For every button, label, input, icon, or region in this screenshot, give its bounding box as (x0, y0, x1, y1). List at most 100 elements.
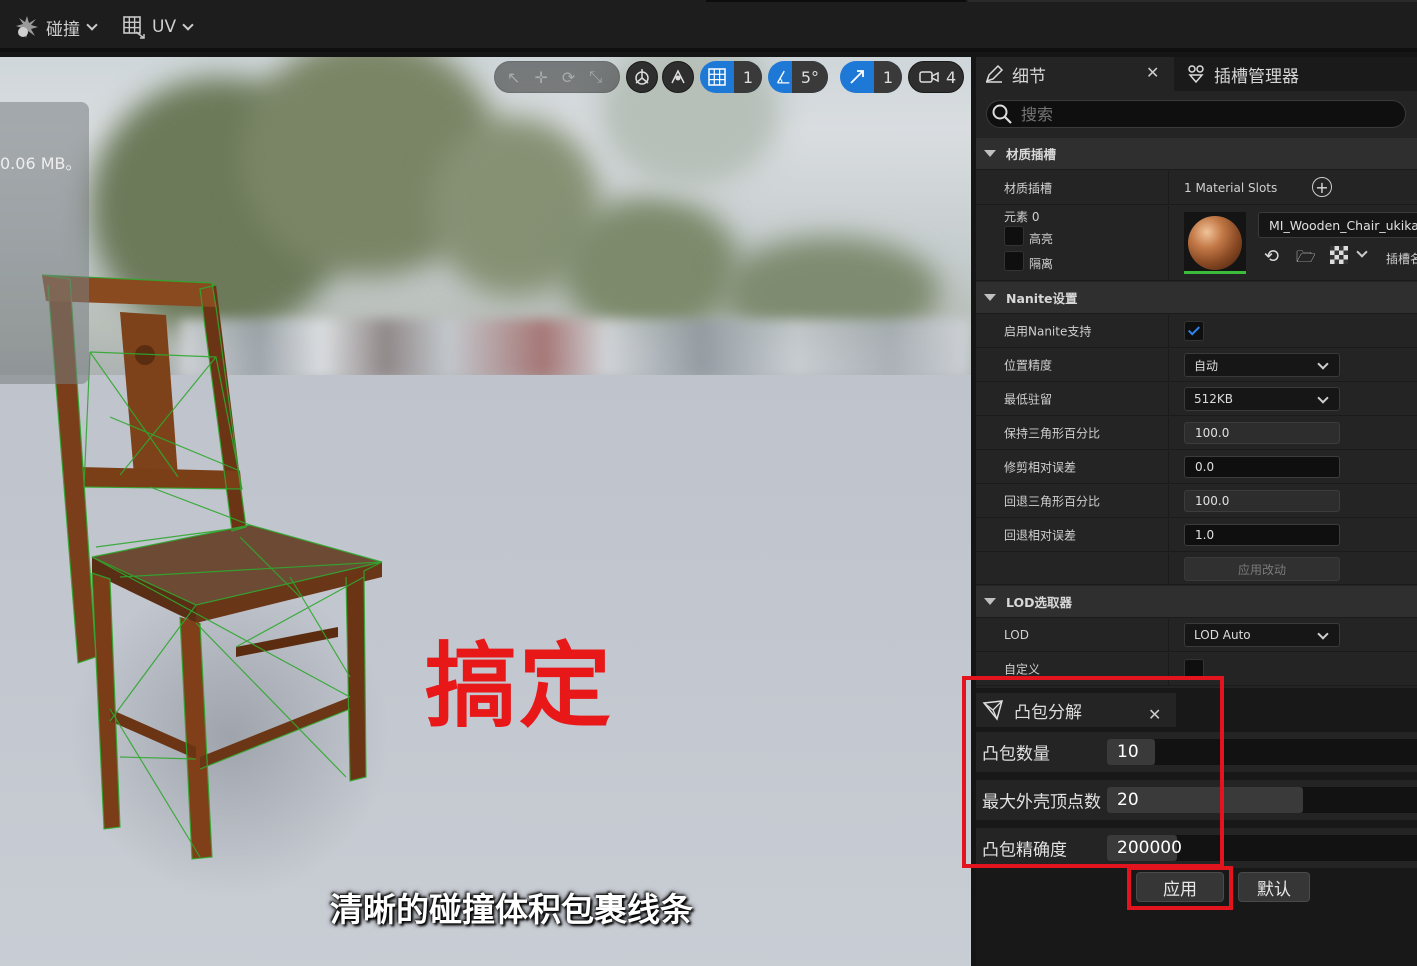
dropdown-value: LOD Auto (1194, 628, 1251, 642)
material-picker[interactable]: MI_Wooden_Chair_ukikajn (1258, 212, 1417, 238)
apply-changes-button[interactable]: 应用改动 (1184, 557, 1340, 581)
property-max-hull-verts: 最大外壳顶点数 20 (976, 780, 1417, 820)
property-trim-relative-error: 修剪相对误差 0.0 (976, 451, 1417, 484)
checker-texture-icon[interactable] (1330, 246, 1348, 264)
close-icon[interactable]: ✕ (1146, 63, 1159, 82)
column-divider (1168, 653, 1169, 685)
lod-dropdown[interactable]: LOD Auto (1184, 623, 1340, 647)
browse-asset-icon[interactable]: 🗁 (1296, 246, 1316, 273)
custom-lod-checkbox[interactable] (1184, 659, 1204, 679)
property-material-slots: 材质插槽 1 Material Slots + (976, 171, 1417, 205)
collapse-arrow-icon (984, 150, 996, 157)
highlight-checkbox[interactable] (1004, 226, 1024, 246)
grid-snap-toggle[interactable]: 1 (700, 61, 762, 93)
max-hull-verts-input[interactable]: 20 (1107, 787, 1417, 813)
angle-snap-value[interactable]: 5° (791, 61, 828, 93)
trim-relative-error-input[interactable]: 0.0 (1184, 456, 1340, 478)
transform-tools-group[interactable]: ↖ ✛ ⟳ ⤡ (494, 61, 620, 93)
apply-changes-row: 应用改动 (976, 553, 1417, 585)
tab-convex-decomposition[interactable]: 凸包分解 ✕ (976, 693, 1176, 727)
column-divider (1168, 349, 1169, 381)
material-thumbnail[interactable] (1184, 212, 1246, 274)
highlight-label: 高亮 (1029, 232, 1054, 246)
collision-icon (16, 16, 38, 38)
grid-icon (708, 68, 726, 86)
property-fallback-relative-error: 回退相对误差 1.0 (976, 519, 1417, 552)
local-space-button[interactable] (626, 61, 658, 93)
video-subtitle: 清晰的碰撞体积包裹线条 (330, 890, 693, 929)
search-box[interactable] (986, 100, 1406, 128)
property-label: 回退三角形百分比 (1004, 494, 1101, 509)
chevron-down-icon (1317, 628, 1329, 640)
property-label: LOD (1004, 628, 1029, 642)
apply-button[interactable]: 应用 (1136, 872, 1224, 902)
position-precision-dropdown[interactable]: 自动 (1184, 353, 1340, 377)
collapse-arrow-icon (984, 294, 996, 301)
surface-snap-button[interactable] (662, 61, 694, 93)
hull-count-value: 10 (1117, 742, 1139, 762)
column-divider (1168, 451, 1169, 483)
tab-socket-manager[interactable]: 插槽管理器 (1186, 57, 1299, 91)
use-selected-asset-icon[interactable]: ⟲ (1264, 246, 1279, 267)
section-nanite-settings[interactable]: Nanite设置 (976, 282, 1417, 314)
chevron-down-icon (1317, 358, 1329, 370)
fallback-relative-error-input[interactable]: 1.0 (1184, 524, 1340, 546)
column-divider (1168, 417, 1169, 449)
keep-triangle-percent-input[interactable]: 100.0 (1184, 422, 1340, 444)
section-lod-picker[interactable]: LOD选取器 (976, 586, 1417, 618)
close-icon[interactable]: ✕ (1148, 705, 1161, 724)
property-lod: LOD LOD Auto (976, 619, 1417, 652)
dropdown-value: 自动 (1194, 358, 1219, 373)
column-divider (1168, 206, 1169, 280)
min-residency-dropdown[interactable]: 512KB (1184, 387, 1340, 411)
uv-menu-button[interactable]: UV (122, 13, 194, 41)
uv-menu-label: UV (152, 17, 177, 37)
hull-count-input[interactable]: 10 (1107, 739, 1417, 765)
convex-hull-icon (982, 700, 1004, 721)
material-element-0: 元素 0 高亮 隔离 MI_Wooden_Chair_ukikajn ⟲ 🗁 插… (976, 206, 1417, 281)
stats-overlay: 0.06 MB。 (0, 102, 89, 384)
section-title: Nanite设置 (1006, 291, 1078, 306)
uv-grid-icon (123, 16, 145, 39)
column-divider (1168, 485, 1169, 517)
tab-details[interactable]: 细节 ✕ (976, 57, 1174, 91)
3d-viewport[interactable]: 0.06 MB。 ↖ ✛ ⟳ ⤡ 1 5° 1 4 搞定 清晰的碰撞体积包裹线条 (0, 57, 971, 966)
material-slot-count: 1 Material Slots (1184, 181, 1278, 195)
wooden-chair-mesh[interactable] (0, 57, 971, 966)
collision-menu-label: 碰撞 (46, 19, 80, 40)
property-min-residency: 最低驻留 512KB (976, 383, 1417, 416)
memory-text: 0.06 MB。 (0, 154, 82, 173)
dropdown-value: 512KB (1194, 392, 1234, 406)
default-button[interactable]: 默认 (1238, 872, 1310, 902)
move-icon: ✛ (534, 67, 548, 87)
angle-icon (776, 70, 790, 84)
chevron-down-icon[interactable] (1356, 246, 1368, 258)
collision-menu-button[interactable]: 碰撞 (14, 13, 98, 41)
hull-precision-input[interactable]: 200000 (1107, 835, 1417, 861)
select-icon: ↖ (507, 67, 521, 87)
property-position-precision: 位置精度 自动 (976, 349, 1417, 382)
fallback-triangle-percent-input[interactable]: 100.0 (1184, 490, 1340, 512)
socket-icon (1188, 65, 1204, 84)
add-slot-icon[interactable]: + (1312, 177, 1332, 197)
collapse-arrow-icon (984, 598, 996, 605)
section-title: 材质插槽 (1006, 147, 1057, 162)
column-divider (1168, 519, 1169, 551)
enable-nanite-checkbox[interactable] (1184, 321, 1204, 341)
property-label: 回退相对误差 (1004, 528, 1077, 543)
top-toolbar: 碰撞 UV (0, 0, 1417, 52)
column-divider (1168, 171, 1169, 204)
column-divider (1168, 383, 1169, 415)
search-input[interactable] (1021, 104, 1381, 124)
chevron-down-icon (1317, 392, 1329, 404)
tab-details-label: 细节 (1012, 66, 1046, 87)
angle-snap-toggle[interactable]: 5° (768, 61, 828, 93)
property-label: 材质插槽 (1004, 181, 1053, 195)
camera-speed-button[interactable]: 4 (908, 61, 964, 93)
property-label: 最低驻留 (1004, 392, 1053, 407)
property-label: 最大外壳顶点数 (982, 792, 1101, 813)
section-material-slots[interactable]: 材质插槽 (976, 138, 1417, 170)
property-hull-count: 凸包数量 10 (976, 732, 1417, 772)
scale-snap-toggle[interactable]: 1 (840, 61, 902, 93)
isolate-checkbox[interactable] (1004, 251, 1024, 271)
